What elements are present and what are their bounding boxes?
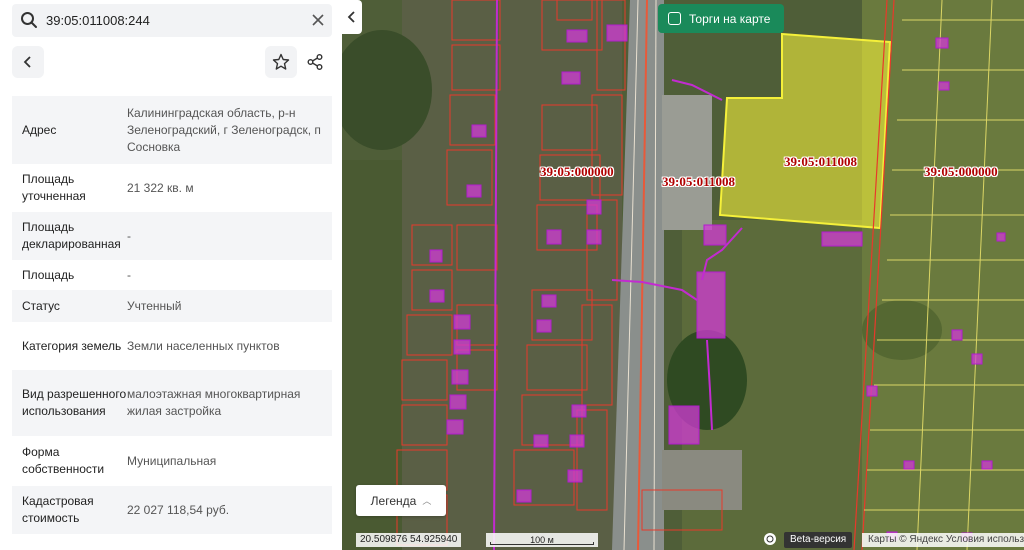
parcel-info-table: Адрес Калининградская область, р-н Зелен…: [12, 96, 332, 534]
info-row-area: Площадь -: [12, 260, 332, 290]
share-icon: [307, 54, 323, 70]
legend-button[interactable]: Легенда ︿: [356, 485, 446, 516]
parcel-label[interactable]: 39:05:000000: [924, 164, 998, 180]
info-row-area-refined: Площадь уточненная 21 322 кв. м: [12, 164, 332, 212]
info-key: Адрес: [22, 122, 57, 137]
circle-icon: [766, 535, 774, 543]
favorite-button[interactable]: [265, 46, 297, 78]
info-row-cadastral-value: Кадастровая стоимость 22 027 118,54 руб.: [12, 486, 332, 534]
info-row-permitted-use: Вид разрешенного использования малоэтажн…: [12, 370, 332, 436]
torgi-on-map-toggle[interactable]: Торги на карте: [658, 4, 784, 33]
star-icon: [272, 53, 290, 70]
info-value: -: [127, 267, 131, 282]
satellite-map[interactable]: [342, 0, 1024, 550]
chevron-left-icon: [23, 56, 31, 68]
info-row-ownership: Форма собственности Муниципальная: [12, 436, 332, 486]
info-panel: Адрес Калининградская область, р-н Зелен…: [0, 0, 342, 550]
yandex-logo-icon[interactable]: [764, 533, 776, 545]
scale-bar: 100 м: [486, 533, 598, 547]
info-key: Кадастровая стоимость: [22, 494, 94, 525]
info-value: -: [127, 228, 131, 243]
info-key: Площадь декларированная: [22, 220, 121, 251]
beta-badge: Beta-версия: [784, 532, 853, 548]
search-icon: [21, 12, 37, 28]
scale-line: [490, 542, 594, 545]
chevron-up-icon: ︿: [422, 496, 432, 506]
chevron-left-icon: [347, 11, 355, 23]
map-attribution[interactable]: Карты © Яндекс Условия использования: [862, 533, 1024, 547]
map-view[interactable]: 39:05:000000 39:05:011008 39:05:011008 3…: [342, 0, 1024, 550]
info-value: Земли населенных пунктов: [127, 338, 280, 353]
parcel-label[interactable]: 39:05:011008: [784, 154, 857, 170]
info-row-status: Статус Учтенный: [12, 290, 332, 322]
legend-label: Легенда: [370, 493, 417, 508]
coordinates-readout: 20.509876 54.925940: [356, 533, 462, 547]
info-value: Калининградская область, р-н Зеленоградс…: [127, 105, 321, 154]
checkbox[interactable]: [668, 12, 681, 25]
close-icon[interactable]: [310, 12, 326, 28]
info-row-area-declared: Площадь декларированная -: [12, 212, 332, 260]
panel-toolbar: [0, 44, 342, 80]
info-row-land-category: Категория земель Земли населенных пункто…: [12, 322, 332, 370]
info-value: 21 322 кв. м: [127, 180, 194, 195]
info-key: Вид разрешенного использования: [22, 387, 127, 418]
info-value: 22 027 118,54 руб.: [127, 502, 230, 517]
back-button[interactable]: [12, 46, 44, 78]
search-box[interactable]: [12, 4, 332, 37]
torgi-label: Торги на карте: [689, 11, 771, 26]
info-key: Площадь уточненная: [22, 172, 86, 203]
info-key: Категория земель: [22, 338, 122, 353]
info-value: Учтенный: [127, 298, 182, 313]
search-input[interactable]: [46, 4, 306, 37]
info-key: Форма собственности: [22, 445, 105, 476]
info-row-address: Адрес Калининградская область, р-н Зелен…: [12, 96, 332, 164]
share-button[interactable]: [299, 46, 331, 78]
parcel-label[interactable]: 39:05:000000: [540, 164, 614, 180]
parcel-label[interactable]: 39:05:011008: [662, 174, 735, 190]
info-value: малоэтажная многоквартирная жилая застро…: [127, 387, 301, 418]
info-key: Статус: [22, 298, 60, 313]
info-value: Муниципальная: [127, 453, 217, 468]
collapse-panel-button[interactable]: [342, 0, 362, 34]
info-key: Площадь: [22, 267, 75, 282]
